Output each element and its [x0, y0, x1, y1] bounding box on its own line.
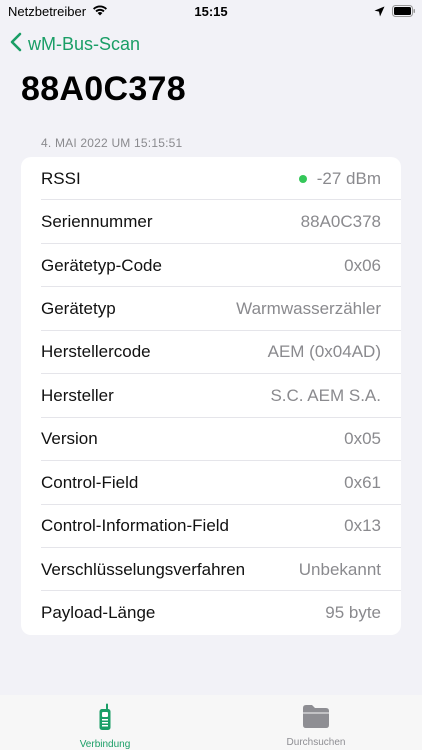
detail-row-version: Version 0x05 [21, 418, 401, 462]
status-time: 15:15 [194, 4, 228, 19]
detail-row-device-type: Gerätetyp Warmwasserzähler [21, 287, 401, 332]
detail-value: 88A0C378 [300, 212, 381, 232]
rssi-value: -27 dBm [316, 168, 381, 188]
detail-key: Gerätetyp [41, 299, 116, 319]
detail-row-manufacturer-code: Herstellercode AEM (0x04AD) [21, 331, 401, 375]
detail-value: 0x06 [344, 255, 381, 275]
chevron-left-icon [10, 32, 22, 57]
device-details-list: RSSI -27 dBm Seriennummer 88A0C378 Gerät… [21, 157, 401, 635]
detail-key: Version [41, 429, 98, 449]
back-button-label: wM-Bus-Scan [28, 33, 141, 54]
detail-key: RSSI [41, 168, 81, 188]
detail-key: Hersteller [41, 385, 114, 405]
detail-value: Warmwasserzähler [236, 299, 381, 319]
tab-bar: Verbindung Durchsuchen [0, 695, 422, 750]
status-bar: Netzbetreiber 15:15 [0, 0, 422, 24]
detail-value: Unbekannt [298, 559, 381, 579]
battery-icon [392, 5, 416, 20]
detail-row-serial: Seriennummer 88A0C378 [21, 200, 401, 245]
page-title: 88A0C378 [21, 70, 186, 108]
detail-key: Verschlüsselungsverfahren [41, 559, 246, 579]
folder-icon [302, 705, 330, 733]
detail-row-payload-length: Payload-Länge 95 byte [21, 591, 401, 634]
detail-value: -27 dBm [298, 168, 381, 189]
back-button[interactable]: wM-Bus-Scan [10, 31, 140, 57]
detail-row-control-field: Control-Field 0x61 [21, 461, 401, 505]
detail-value: AEM (0x04AD) [267, 342, 381, 362]
tab-verbindung[interactable]: Verbindung [45, 703, 165, 750]
tab-label: Verbindung [79, 739, 131, 750]
detail-row-manufacturer: Hersteller S.C. AEM S.A. [21, 374, 401, 419]
tab-durchsuchen[interactable]: Durchsuchen [256, 703, 376, 748]
detail-value: 95 byte [325, 603, 381, 623]
detail-key: Gerätetyp-Code [41, 255, 162, 275]
detail-value: 0x05 [344, 429, 381, 449]
detail-key: Seriennummer [41, 212, 153, 232]
radio-device-icon [98, 703, 112, 735]
timestamp-header: 4. MAI 2022 UM 15:15:51 [41, 136, 183, 150]
location-arrow-icon [374, 5, 385, 20]
detail-value: 0x61 [344, 472, 381, 492]
detail-value: 0x13 [344, 516, 381, 536]
detail-key: Herstellercode [41, 342, 151, 362]
detail-key: Control-Information-Field [41, 516, 230, 536]
signal-status-dot-icon [298, 174, 307, 183]
detail-key: Payload-Länge [41, 603, 156, 623]
tab-label: Durchsuchen [286, 737, 346, 748]
detail-value: S.C. AEM S.A. [270, 385, 381, 405]
detail-row-encryption: Verschlüsselungsverfahren Unbekannt [21, 548, 401, 592]
detail-row-rssi: RSSI -27 dBm [21, 157, 401, 201]
detail-row-control-information-field: Control-Information-Field 0x13 [21, 505, 401, 549]
detail-key: Control-Field [41, 472, 139, 492]
detail-row-device-type-code: Gerätetyp-Code 0x06 [21, 244, 401, 288]
